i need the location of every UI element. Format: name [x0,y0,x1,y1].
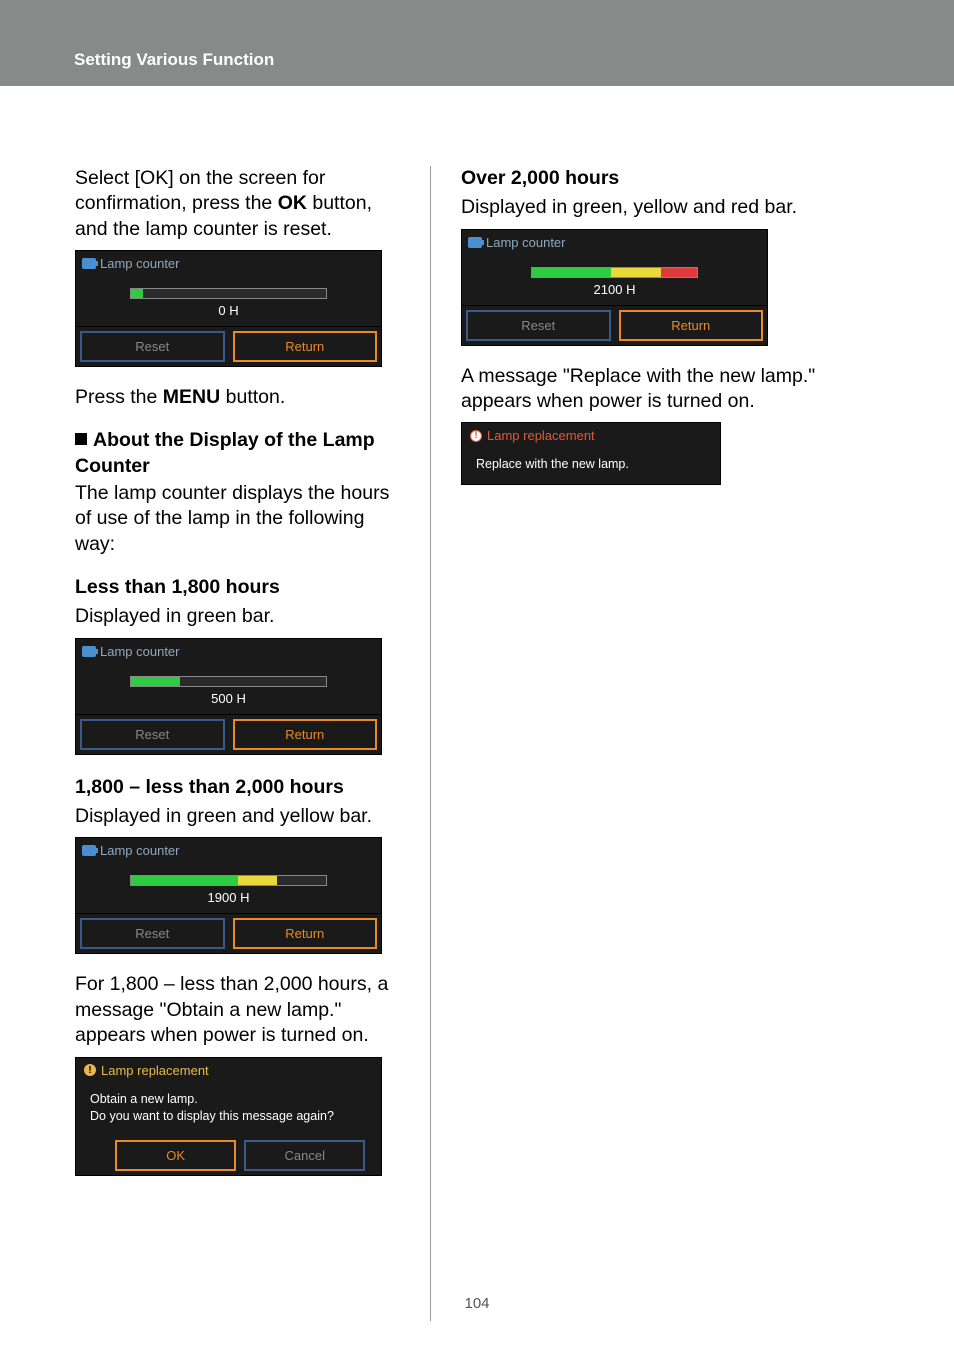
osd-title: Lamp counter [76,639,381,664]
reset-button[interactable]: Reset [80,918,225,949]
page-content: Select [OK] on the screen for confirmati… [0,86,954,1266]
intro-text: Select [OK] on the screen for confirmati… [75,166,400,242]
lamp-icon [468,237,482,248]
osd-title: Lamp counter [76,251,381,276]
ok-button[interactable]: OK [115,1140,236,1171]
lamp-counter-osd-2100h: Lamp counter 2100 H Reset Return [461,229,768,346]
lamp-replacement-dialog-obtain: ! Lamp replacement Obtain a new lamp. Do… [75,1057,382,1176]
range2-title: 1,800 – less than 2,000 hours [75,775,400,800]
menu-key: MENU [163,386,220,408]
lamp-hours: 2100 H [476,282,753,297]
osd-title: Lamp counter [462,230,767,255]
ok-key: OK [278,192,307,214]
dialog-title: ! Lamp replacement [76,1058,381,1083]
header-title: Setting Various Function [74,50,274,69]
right-column: Over 2,000 hours Displayed in green, yel… [431,166,861,1266]
lamp-bar [130,288,327,299]
range2-sub: Displayed in green and yellow bar. [75,804,400,829]
lamp-bar [130,676,327,687]
dialog-body: Obtain a new lamp. Do you want to displa… [76,1083,381,1136]
page-header: Setting Various Function [0,0,954,86]
reset-button[interactable]: Reset [80,719,225,750]
dialog-body: Replace with the new lamp. [462,448,720,484]
dialog-title: ! Lamp replacement [462,423,720,448]
range1-sub: Displayed in green bar. [75,604,400,629]
range3-sub: Displayed in green, yellow and red bar. [461,195,861,220]
lamp-bar [130,875,327,886]
lamp-counter-osd-1900h: Lamp counter 1900 H Reset Return [75,837,382,954]
range3-title: Over 2,000 hours [461,166,861,191]
return-button[interactable]: Return [233,719,378,750]
lamp-counter-osd-0h: Lamp counter 0 H Reset Return [75,250,382,367]
return-button[interactable]: Return [233,918,378,949]
range1-title: Less than 1,800 hours [75,575,400,600]
lamp-replacement-dialog-replace: ! Lamp replacement Replace with the new … [461,422,721,485]
osd-title: Lamp counter [76,838,381,863]
reset-button[interactable]: Reset [80,331,225,362]
warning-icon: ! [84,1064,96,1076]
range2-note: For 1,800 – less than 2,000 hours, a mes… [75,972,400,1048]
press-menu-text: Press the MENU button. [75,385,400,410]
left-column: Select [OK] on the screen for confirmati… [75,166,430,1266]
lamp-hours: 500 H [90,691,367,706]
lamp-icon [82,845,96,856]
reset-button[interactable]: Reset [466,310,611,341]
about-heading: About the Display of the Lamp Counter [75,428,400,479]
warning-icon: ! [470,430,482,442]
cancel-button[interactable]: Cancel [244,1140,365,1171]
lamp-counter-osd-500h: Lamp counter 500 H Reset Return [75,638,382,755]
bullet-icon [75,433,87,445]
lamp-icon [82,258,96,269]
return-button[interactable]: Return [619,310,764,341]
page-number: 104 [0,1295,954,1312]
return-button[interactable]: Return [233,331,378,362]
lamp-hours: 0 H [90,303,367,318]
lamp-icon [82,646,96,657]
lamp-hours: 1900 H [90,890,367,905]
lamp-bar [531,267,698,278]
range3-note: A message "Replace with the new lamp." a… [461,364,861,415]
about-text: The lamp counter displays the hours of u… [75,481,400,557]
